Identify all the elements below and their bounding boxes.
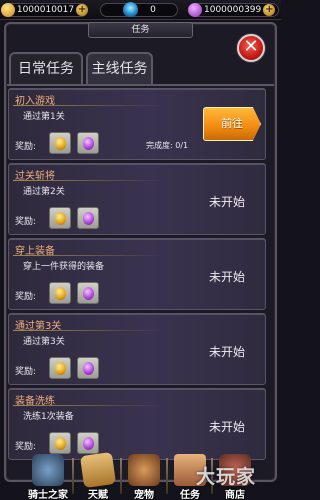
gold-coin-icon [55,362,66,375]
quest-list[interactable]: 初入游戏 通过第1关 奖励: 完成度: 0/1 前往 过关斩将 通过第2关 奖励… [8,88,266,464]
gold-value: 1000010017 [16,5,75,15]
go-button[interactable]: 前往 [203,107,261,141]
quest-status: 未开始 [209,345,246,359]
purple-gem-icon [83,137,94,150]
title-divider [13,180,163,181]
reward-slot-gold[interactable] [49,432,71,454]
quest-status: 未开始 [209,420,246,434]
tab-main-quests[interactable]: 主线任务 [86,52,153,85]
reward-slot-gold[interactable] [49,132,71,154]
tab-divider [7,84,274,86]
gold-coin-icon [55,287,66,300]
nav-pet[interactable]: 宠物 [124,452,164,500]
quest-progress: 完成度: 0/1 [146,141,189,150]
quest-card: 初入游戏 通过第1关 奖励: 完成度: 0/1 前往 [8,88,266,160]
quest-description: 通过第1关 [23,112,65,122]
reward-slot-gem[interactable] [77,282,99,304]
quest-description: 洗练1次装备 [23,412,74,422]
pet-icon [128,454,160,486]
title-divider [13,255,163,256]
title-divider [13,405,163,406]
add-gem-button[interactable]: + [263,4,276,16]
talent-book-icon [79,451,117,489]
purple-gem-icon [188,3,202,17]
nav-label: 骑士之家 [28,490,68,500]
add-gold-button[interactable]: + [76,4,88,16]
purple-gem-icon [83,212,94,225]
nav-label: 宠物 [134,490,154,500]
diamond-icon [123,2,138,17]
quest-description: 通过第2关 [23,187,65,197]
reward-slot-gold[interactable] [49,357,71,379]
reward-label: 奖励: [15,367,37,377]
nav-knight-home[interactable]: 骑士之家 [28,452,68,500]
quest-card: 穿上装备 穿上一件获得的装备 奖励: 未开始 [8,238,266,310]
reward-slot-gold[interactable] [49,207,71,229]
reward-label: 奖励: [15,292,37,302]
gem-counter: 1000000399 + [188,3,279,17]
purple-gem-icon [83,437,94,450]
reward-label: 奖励: [15,442,37,452]
title-divider [13,330,163,331]
close-button[interactable]: ✕ [237,34,265,62]
quest-card: 过关斩将 通过第2关 奖励: 未开始 [8,163,266,235]
gold-coin-icon [1,3,15,17]
gem-value: 1000000399 [204,5,262,15]
reward-slot-gem[interactable] [77,132,99,154]
quest-card: 通过第3关 通过第3关 奖励: 未开始 [8,313,266,385]
window-title: 任务 [88,22,193,38]
gold-coin-icon [55,137,66,150]
quest-description: 穿上一件获得的装备 [23,262,105,272]
reward-label: 奖励: [15,217,37,227]
reward-slot-gem[interactable] [77,357,99,379]
gold-coin-icon [55,212,66,225]
knight-home-icon [32,454,64,486]
diamond-value: 0 [150,5,156,15]
quest-description: 通过第3关 [23,337,65,347]
resource-bar: 1000010017 + 0 1000000399 + [0,0,281,20]
nav-talent[interactable]: 天赋 [78,451,118,500]
reward-slot-gem[interactable] [77,207,99,229]
diamond-counter: 0 [100,2,178,17]
gold-counter: 1000010017 + [1,3,88,17]
purple-gem-icon [83,362,94,375]
reward-slot-gem[interactable] [77,432,99,454]
reward-label: 奖励: [15,142,37,152]
title-divider [13,105,163,106]
quest-status: 未开始 [209,270,246,284]
reward-slot-gold[interactable] [49,282,71,304]
tab-daily-quests[interactable]: 日常任务 [9,52,83,85]
watermark-logo: 大玩家 [196,466,257,488]
gold-coin-icon [55,437,66,450]
purple-gem-icon [83,287,94,300]
quest-card: 装备洗练 洗练1次装备 奖励: 未开始 [8,388,266,460]
nav-label: 天赋 [88,490,108,500]
quest-status: 未开始 [209,195,246,209]
